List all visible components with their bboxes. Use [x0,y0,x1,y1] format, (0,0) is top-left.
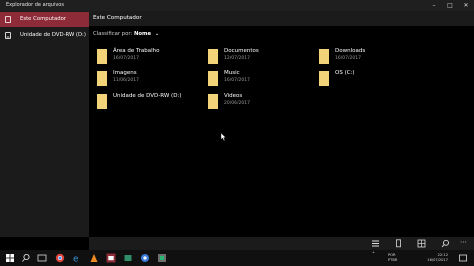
vlc-icon[interactable] [89,253,99,263]
folder-item[interactable]: Imagens 11/06/2017 [97,68,197,88]
sidebar: Este Computador Unidade de DVD-RW (D:) [0,11,89,237]
sort-value: Nome [133,31,152,37]
window-title: Explorador de arquivos [6,2,64,8]
folder-name: OS (C:) [335,70,355,76]
main-pane: Este Computador Classificar por: Nome ⌄ … [89,11,474,237]
folder-icon [319,49,329,64]
tablet-icon[interactable] [394,239,403,248]
drive-icon [319,71,329,86]
folder-name: Área de Trabalho [113,48,160,54]
folder-item[interactable]: Music 16/07/2017 [208,68,308,88]
folder-icon [208,94,218,109]
grid-view-icon[interactable] [417,239,426,248]
folder-date: 16/07/2017 [224,78,250,83]
folder-name: Videos [224,93,243,99]
dvd-drive-icon [5,32,11,39]
sidebar-item-label: Unidade de DVD-RW (D:) [20,32,86,38]
clock[interactable]: 22:12 16/07/2017 [427,253,448,262]
mouse-cursor-icon [221,133,227,141]
app-icon[interactable] [140,253,150,263]
list-view-icon[interactable] [371,239,380,248]
folder-name: Music [224,70,240,76]
taskbar: e ˆ POR PTBR 22:12 16/07/2017 [0,250,474,266]
svg-text:e: e [73,255,79,264]
sidebar-item-label: Este Computador [20,16,67,22]
folder-item[interactable]: Documentos 12/07/2017 [208,46,308,66]
folder-name: Imagens [113,70,137,76]
chevron-up-icon[interactable]: ˆ [372,252,375,259]
language-code: POR [388,253,396,257]
folder-item[interactable]: Videos 20/06/2017 [208,91,308,111]
folder-date: 12/07/2017 [224,56,250,61]
sidebar-item-dvd-drive[interactable]: Unidade de DVD-RW (D:) [0,28,89,43]
location-header: Este Computador [89,11,474,26]
title-bar: Explorador de arquivos – □ ✕ [0,0,474,11]
clock-date: 16/07/2017 [427,257,448,262]
minimize-button[interactable]: – [426,0,442,11]
drive-item[interactable]: OS (C:) [319,68,419,88]
search-icon[interactable] [441,239,450,248]
folder-name: Documentos [224,48,259,54]
windows-start-icon[interactable] [5,253,15,263]
app-icon[interactable] [123,253,133,263]
folder-item[interactable]: Área de Trabalho 16/07/2017 [97,46,197,66]
folder-name: Unidade de DVD-RW (D:) [113,93,182,99]
folder-item[interactable]: Downloads 16/07/2017 [319,46,419,66]
maximize-button[interactable]: □ [442,0,458,11]
chevron-down-icon: ⌄ [154,31,160,37]
more-options-icon[interactable]: ⋯ [460,238,467,246]
task-view-icon[interactable] [37,253,47,263]
folder-icon [97,49,107,64]
edge-icon[interactable]: e [72,253,82,264]
language-indicator[interactable]: POR PTBR [388,253,397,262]
sort-label: Classificar por: [93,31,133,37]
system-tray: ˆ POR PTBR 22:12 16/07/2017 [372,252,448,264]
sidebar-item-este-computador[interactable]: Este Computador [0,12,89,27]
page-title: Este Computador [93,15,142,21]
folder-icon [208,49,218,64]
sort-dropdown[interactable]: Classificar por: Nome ⌄ [93,31,159,37]
close-button[interactable]: ✕ [458,0,474,11]
computer-icon [5,16,11,23]
file-explorer-icon[interactable] [106,253,116,263]
drive-item[interactable]: Unidade de DVD-RW (D:) [97,91,197,111]
chrome-icon[interactable] [55,253,65,263]
app-icon[interactable] [157,253,167,263]
folder-icon [208,71,218,86]
folder-date: 16/07/2017 [113,56,139,61]
command-bar: ⋯ [89,237,474,250]
keyboard-layout: PTBR [388,257,398,262]
folder-date: 20/06/2017 [224,101,250,106]
folder-date: 11/06/2017 [113,78,139,83]
folder-date: 16/07/2017 [335,56,361,61]
search-icon[interactable] [21,253,31,263]
folder-icon [97,71,107,86]
folder-name: Downloads [335,48,366,54]
drive-icon [97,94,107,109]
notification-icon[interactable] [458,253,468,263]
